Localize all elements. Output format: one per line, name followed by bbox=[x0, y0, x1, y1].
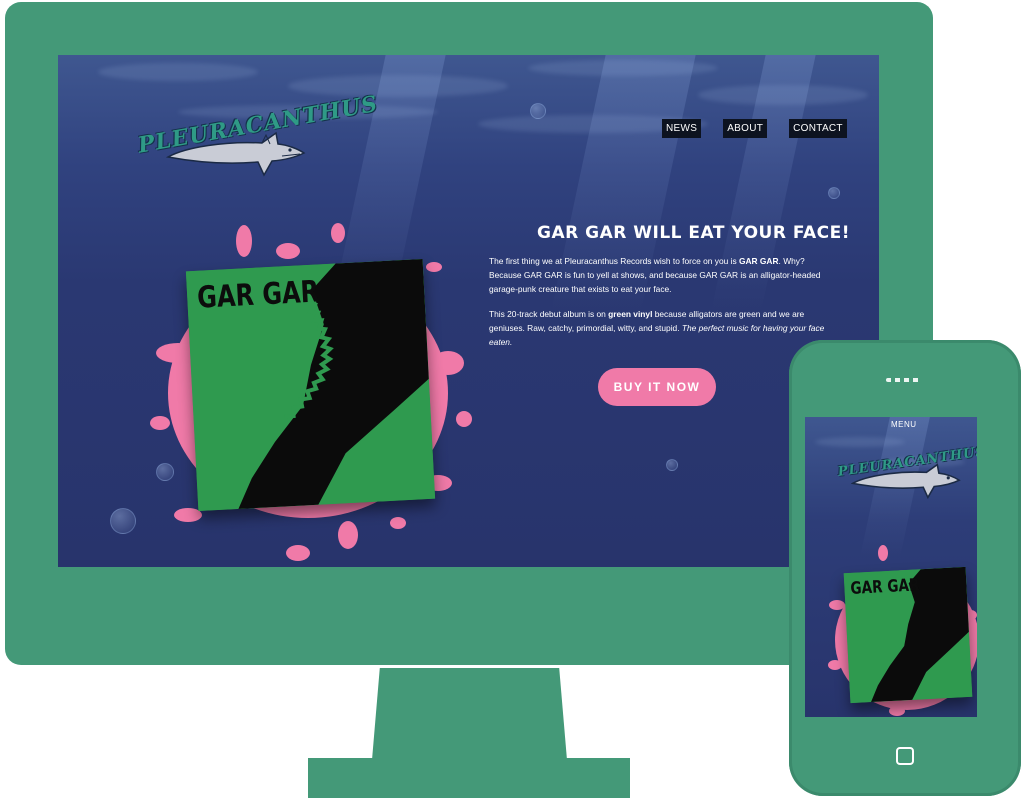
mobile-screen: MENU PLEURACANTHUS GAR GAR bbox=[805, 417, 977, 717]
hero-p1-text: The first thing we at Pleuracanthus Reco… bbox=[489, 256, 739, 266]
hero-paragraph-2: This 20-track debut album is on green vi… bbox=[489, 307, 829, 350]
phone-home-button[interactable] bbox=[896, 747, 914, 765]
nav-item-news[interactable]: NEWS bbox=[662, 119, 702, 138]
mobile-album-title-art: GAR GAR bbox=[849, 575, 921, 599]
mobile-album-cover-image[interactable]: GAR GAR bbox=[843, 566, 973, 704]
album-title-art: GAR GAR bbox=[196, 274, 320, 316]
hero-headline: GAR GAR WILL EAT YOUR FACE! bbox=[537, 223, 850, 243]
hero-p2-bold: green vinyl bbox=[608, 309, 653, 319]
desktop-screen: PLEURACANTHUS NEWS ABOUT CONTACT GAR GAR… bbox=[58, 55, 879, 567]
bubble bbox=[530, 103, 546, 119]
mobile-shark-logo-icon bbox=[851, 463, 961, 499]
nav-item-about[interactable]: ABOUT bbox=[723, 119, 768, 138]
hero-p2-text: This 20-track debut album is on bbox=[489, 309, 609, 319]
shark-logo-icon bbox=[166, 131, 306, 177]
bubble bbox=[828, 187, 840, 199]
main-nav: NEWS ABOUT CONTACT bbox=[662, 119, 847, 138]
buy-it-now-button[interactable]: BUY IT NOW bbox=[598, 368, 716, 406]
album-cover-image[interactable]: GAR GAR bbox=[185, 258, 436, 512]
monitor-stand-neck bbox=[372, 668, 567, 760]
nav-item-contact[interactable]: CONTACT bbox=[789, 119, 847, 138]
hero-paragraph-1: The first thing we at Pleuracanthus Reco… bbox=[489, 254, 829, 297]
bubble bbox=[666, 459, 678, 471]
hero-p1-bold: GAR GAR bbox=[738, 256, 779, 266]
bubble bbox=[110, 508, 136, 534]
phone-speaker bbox=[886, 378, 922, 382]
water-ripple bbox=[98, 63, 258, 81]
mobile-menu-button[interactable]: MENU bbox=[891, 420, 917, 429]
monitor-stand-base bbox=[308, 758, 630, 798]
